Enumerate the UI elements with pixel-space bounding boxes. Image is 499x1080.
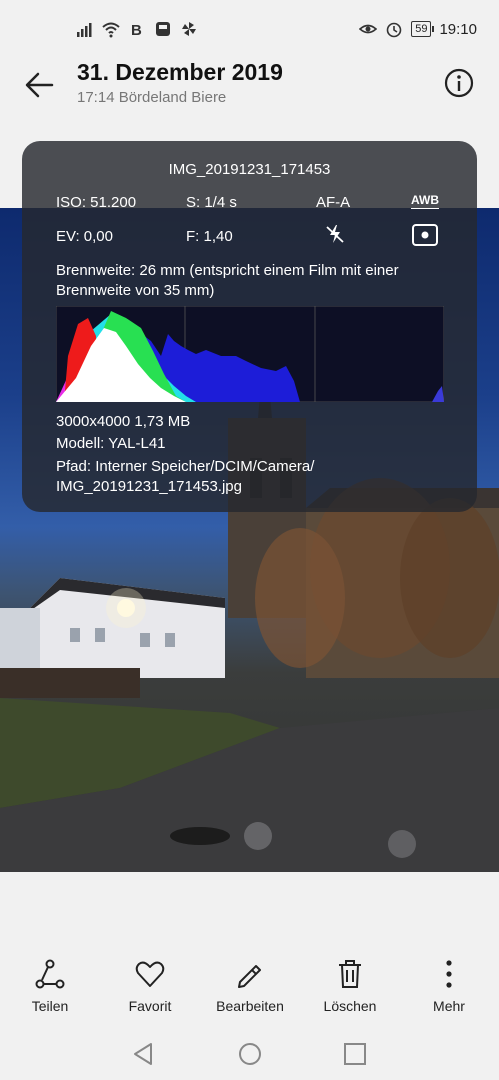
system-nav-bar — [0, 1030, 499, 1080]
app-bar: 31. Dezember 2019 17:14 Bördeland Biere — [0, 55, 499, 125]
info-ev: EV: 0,00 — [56, 228, 113, 245]
battery-indicator: 59 — [411, 21, 435, 37]
histogram-chart — [56, 306, 444, 402]
svg-text:B: B — [131, 22, 142, 38]
app-notification-icon — [156, 22, 170, 36]
info-shutter: S: 1/4 s — [186, 194, 237, 211]
status-bar: B 59 19:10 — [0, 0, 499, 60]
delete-button[interactable]: Löschen — [300, 958, 400, 1014]
recents-square-icon[interactable] — [341, 1040, 369, 1068]
info-aperture: F: 1,40 — [186, 228, 233, 245]
eye-comfort-icon — [359, 24, 378, 34]
share-label: Teilen — [31, 998, 69, 1014]
page-title: 31. Dezember 2019 — [77, 59, 283, 85]
share-icon — [35, 959, 65, 989]
info-focal-length: Brennweite: 26 mm (entspricht einem Film… — [56, 262, 399, 299]
page-subtitle: 17:14 Bördeland Biere — [77, 89, 227, 106]
more-button[interactable]: Mehr — [399, 958, 499, 1014]
pinwheel-icon — [182, 22, 196, 36]
status-time: 19:10 — [439, 20, 477, 38]
more-label: Mehr — [433, 998, 465, 1014]
status-left-icons: B — [76, 20, 198, 38]
share-button[interactable]: Teilen — [0, 958, 100, 1014]
flash-off-icon — [326, 225, 344, 243]
heart-icon — [135, 961, 165, 987]
home-circle-icon[interactable] — [236, 1040, 264, 1068]
bottom-action-bar: Teilen Favorit Bearbeiten Löschen Mehr — [0, 958, 499, 1028]
delete-label: Löschen — [323, 998, 377, 1014]
back-arrow-icon[interactable] — [22, 67, 58, 103]
info-icon[interactable] — [443, 67, 475, 99]
edit-label: Bearbeiten — [216, 998, 284, 1014]
favorite-label: Favorit — [128, 998, 172, 1014]
info-awb: AWB — [411, 193, 439, 209]
image-info-panel: IMG_20191231_171453 ISO: 51.200 S: 1/4 s… — [22, 141, 477, 512]
favorite-button[interactable]: Favorit — [100, 958, 200, 1014]
b-notification-icon: B — [131, 22, 142, 38]
info-filename: IMG_20191231_171453 — [168, 161, 331, 178]
info-af-mode: AF-A — [316, 194, 351, 211]
wifi-icon — [102, 22, 120, 38]
info-iso: ISO: 51.200 — [56, 194, 137, 211]
more-icon — [446, 960, 452, 988]
edit-button[interactable]: Bearbeiten — [200, 958, 300, 1014]
trash-icon — [339, 960, 361, 988]
edit-icon — [238, 965, 261, 988]
metering-center-icon — [412, 224, 438, 246]
info-dimensions-size: 3000x4000 1,73 MB — [56, 413, 191, 430]
info-path: Pfad: Interner Speicher/DCIM/Camera/ IMG… — [56, 458, 315, 495]
alarm-icon — [386, 22, 402, 38]
info-model: Modell: YAL-L41 — [56, 435, 166, 452]
signal-icon — [77, 23, 92, 37]
status-right-icons: 59 19:10 — [359, 20, 477, 38]
back-triangle-icon[interactable] — [129, 1040, 157, 1068]
